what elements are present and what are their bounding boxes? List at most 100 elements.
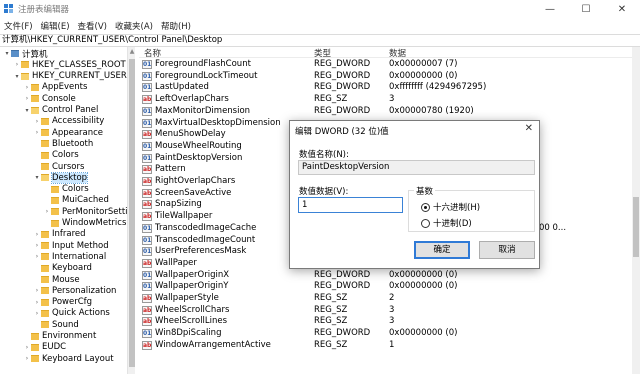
value-row[interactable]: 01 Win8DpiScaling REG_DWORD 0x00000000 (0) [139, 328, 640, 340]
tree-item[interactable]: › Accessibility [33, 116, 105, 127]
dec-radio-dot[interactable] [421, 218, 430, 228]
minimize-button[interactable]: — [532, 0, 568, 18]
tree-item-label: Desktop [50, 171, 89, 184]
tree-item[interactable]: › Quick Actions [33, 308, 110, 319]
binary-value-icon: 01 [142, 71, 152, 81]
address-bar[interactable]: 计算机\HKEY_CURRENT_USER\Control Panel\Desk… [0, 34, 640, 47]
tree-item[interactable]: Keyboard [33, 263, 92, 274]
tree-item[interactable]: Environment [23, 331, 96, 342]
menu-file[interactable]: 文件(F) [0, 20, 37, 32]
value-row[interactable]: 01 MaxMonitorDimension REG_DWORD 0x00000780… [139, 106, 640, 118]
tree-item[interactable]: › PerMonitorSetti [43, 206, 127, 217]
tree-item[interactable]: ▾ 计算机 [3, 48, 47, 60]
chevron-right-icon[interactable]: › [23, 84, 31, 91]
tree-item-label: Accessibility [52, 116, 105, 127]
value-name: WallpaperStyle [155, 293, 219, 303]
tree-item[interactable]: Cursors [33, 161, 84, 172]
tree-item[interactable]: Colors [43, 184, 89, 195]
value-row[interactable]: ab WindowArrangementActive REG_SZ 1 [139, 340, 640, 352]
ok-button[interactable]: 确定 [414, 241, 470, 259]
menu-favorites[interactable]: 收藏夹(A) [111, 20, 157, 32]
tree-item[interactable]: › Input Method [33, 240, 109, 251]
tree-item-label: Mouse [52, 274, 80, 285]
value-row[interactable]: ab WheelScrollLines REG_SZ 3 [139, 316, 640, 328]
values-scroll-thumb[interactable] [633, 197, 639, 257]
chevron-right-icon[interactable]: › [33, 310, 41, 317]
chevron-right-icon[interactable]: › [33, 287, 41, 294]
chevron-right-icon[interactable]: › [33, 299, 41, 306]
tree-item[interactable]: › Keyboard Layout [23, 353, 114, 364]
tree-item[interactable]: Sound [33, 319, 79, 330]
tree-item[interactable]: Bluetooth [33, 138, 93, 149]
value-row[interactable]: 01 ForegroundFlashCount REG_DWORD 0x0000000… [139, 59, 640, 71]
tree-item[interactable]: ▾ HKEY_CURRENT_USER [13, 71, 126, 82]
value-name: Pattern [155, 164, 186, 175]
value-row[interactable]: 01 LastUpdated REG_DWORD 0xffffffff (429496… [139, 82, 640, 94]
scroll-up-icon[interactable]: ▲ [128, 48, 136, 55]
tree-item[interactable]: › International [33, 251, 106, 262]
tree-item[interactable]: › EUDC [23, 342, 66, 353]
value-row[interactable]: ab WheelScrollChars REG_SZ 3 [139, 305, 640, 317]
chevron-right-icon[interactable]: › [23, 344, 31, 351]
value-row[interactable]: ab WallpaperStyle REG_SZ 2 [139, 293, 640, 305]
tree-item[interactable]: › PowerCfg [33, 297, 92, 308]
value-data: 2 [389, 293, 395, 303]
chevron-down-icon[interactable]: ▾ [33, 174, 41, 181]
menu-help[interactable]: 帮助(H) [157, 20, 195, 32]
tree-item[interactable]: ▾ Desktop [33, 171, 89, 184]
value-name: MenuShowDelay [155, 129, 226, 140]
tree-item[interactable]: ▾ Control Panel [23, 105, 98, 116]
tree-item[interactable]: › Console [23, 93, 76, 104]
column-name[interactable]: 名称 [144, 47, 161, 59]
tree-item-label: Keyboard Layout [42, 353, 114, 364]
chevron-down-icon[interactable]: ▾ [23, 107, 31, 114]
string-value-icon: ab [142, 294, 152, 303]
chevron-right-icon[interactable]: › [23, 95, 31, 102]
value-row[interactable]: 01 WallpaperOriginX REG_DWORD 0x00000000 (0… [139, 270, 640, 282]
hex-radio-dot[interactable] [421, 202, 430, 212]
tree-item[interactable]: › Appearance [33, 127, 103, 138]
dec-radio[interactable]: 十进制(D) [421, 217, 472, 229]
value-data-input[interactable]: 1 [298, 197, 403, 213]
chevron-right-icon[interactable]: › [33, 253, 41, 260]
tree-item[interactable]: › Infrared [33, 229, 86, 240]
menu-edit[interactable]: 编辑(E) [37, 20, 74, 32]
scroll-thumb[interactable] [129, 59, 135, 367]
chevron-right-icon[interactable]: › [13, 61, 21, 68]
chevron-right-icon[interactable]: › [33, 242, 41, 249]
chevron-right-icon[interactable]: › [33, 231, 41, 238]
tree-item[interactable]: › AppEvents [23, 82, 88, 93]
chevron-down-icon[interactable]: ▾ [3, 50, 11, 57]
value-row[interactable]: 01 WallpaperOriginY REG_DWORD 0x00000000 (0… [139, 281, 640, 293]
menu-view[interactable]: 查看(V) [74, 20, 111, 32]
tree-item[interactable]: Mouse [33, 274, 80, 285]
folder-icon [41, 276, 49, 283]
cancel-button[interactable]: 取消 [479, 241, 535, 259]
chevron-right-icon[interactable]: › [43, 208, 51, 215]
column-data[interactable]: 数据 [389, 47, 406, 59]
value-row[interactable]: ab LeftOverlapChars REG_SZ 3 [139, 94, 640, 106]
values-scrollbar[interactable] [632, 47, 640, 374]
chevron-down-icon[interactable]: ▾ [13, 73, 21, 80]
value-row[interactable]: 01 ForegroundLockTimeout REG_DWORD 0x000000… [139, 71, 640, 83]
column-type[interactable]: 类型 [314, 47, 331, 59]
folder-icon [31, 83, 39, 91]
tree-item[interactable]: MuiCached [43, 195, 109, 206]
tree-item-label: Console [42, 93, 76, 104]
tree-scrollbar[interactable]: ▲ [127, 47, 135, 374]
chevron-right-icon[interactable]: › [33, 129, 41, 136]
tree-item[interactable]: › HKEY_CLASSES_ROOT [13, 59, 126, 70]
close-button[interactable]: ✕ [604, 0, 640, 18]
edit-dword-dialog: 编辑 DWORD (32 位)值 ✕ 数值名称(N): PaintDesktop… [289, 120, 540, 269]
chevron-right-icon[interactable]: › [33, 118, 41, 125]
hex-radio[interactable]: 十六进制(H) [421, 201, 480, 213]
maximize-button[interactable]: ☐ [568, 0, 604, 18]
tree-item[interactable]: Colors [33, 150, 79, 161]
tree-item[interactable]: WindowMetrics [43, 218, 126, 229]
chevron-right-icon[interactable]: › [23, 355, 31, 362]
tree-item[interactable]: › Personalization [33, 285, 117, 296]
folder-icon [41, 242, 49, 250]
value-type: REG_DWORD [314, 269, 371, 280]
dialog-close-icon[interactable]: ✕ [525, 123, 533, 134]
folder-icon [41, 298, 49, 306]
